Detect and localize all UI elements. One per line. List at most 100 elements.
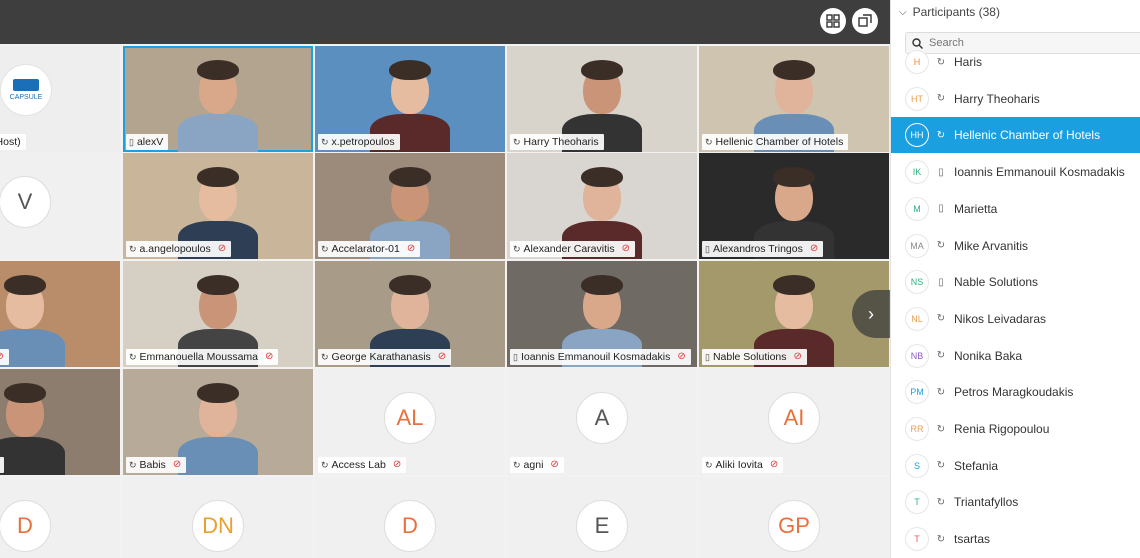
participant-item[interactable]: RR ↻ Renia Rigopoulou <box>891 411 1140 447</box>
screen-share-icon: ↻ <box>936 423 946 435</box>
participant-name: agni <box>523 459 544 471</box>
participant-item[interactable]: IK ▯ Ioannis Emmanouil Kosmadakis <box>891 154 1140 190</box>
video-tile[interactable]: ↻ Alexander Caravitis ⊘ <box>507 153 697 259</box>
participant-video <box>0 369 120 475</box>
participant-name: Nonika Baka <box>954 348 1023 363</box>
participant-name: Nable Solutions <box>712 351 787 363</box>
video-tile[interactable]: E <box>507 477 697 558</box>
video-tile[interactable]: ↻ x.petropoulos <box>315 46 505 152</box>
participant-name: Hellenic Chamber of Hotels <box>954 128 1101 143</box>
video-tile[interactable]: papathoma⊘ <box>0 261 120 367</box>
name-tag: ↻ Babis ⊘ <box>126 457 187 473</box>
popout-icon[interactable] <box>852 8 878 34</box>
mic-muted-icon: ⊘ <box>769 459 779 470</box>
mic-muted-icon: ⊘ <box>437 351 447 362</box>
video-tile[interactable]: ↻ Harry Theoharis <box>507 46 697 152</box>
screen-share-icon: ↻ <box>936 313 946 325</box>
screen-share-icon: ↻ <box>321 460 329 470</box>
participant-video <box>0 261 120 367</box>
video-tile[interactable]: DN <box>123 477 313 558</box>
name-tag: ▯ Nable Solutions ⊘ <box>702 349 807 365</box>
participant-item[interactable]: HH ↻ Hellenic Chamber of Hotels <box>891 117 1140 154</box>
participant-name: Emmanouella Moussama <box>139 351 259 363</box>
name-tag: ▯ Ioannis Emmanouil Kosmadakis ⊘ <box>510 349 691 365</box>
avatar: AL <box>384 392 436 444</box>
video-tile[interactable]: alampakis⊘ <box>0 369 120 475</box>
avatar: V <box>0 176 51 228</box>
avatar: A <box>576 392 628 444</box>
participant-item[interactable]: T ↻ tsartas <box>891 521 1140 557</box>
screen-share-icon: ↻ <box>321 352 329 362</box>
name-tag: ↻ Hellenic Chamber of Hotels <box>702 134 849 150</box>
screen-share-icon: ↻ <box>321 244 329 254</box>
name-tag: alampakis⊘ <box>0 457 4 473</box>
name-tag: ↻ Aliki Iovita ⊘ <box>702 457 784 473</box>
participant-item[interactable]: PM ↻ Petros Maragkoudakis <box>891 374 1140 410</box>
video-tile[interactable]: AL ↻ Access Lab ⊘ <box>315 369 505 475</box>
video-gallery: CAPSULEAccelerator (Host)▯alexV↻x.petrop… <box>0 44 890 558</box>
screen-share-icon: ↻ <box>936 129 946 141</box>
participant-item[interactable]: HT ↻ Harry Theoharis <box>891 81 1140 117</box>
name-tag: ↻ agni ⊘ <box>510 457 564 473</box>
participant-name: Stefania <box>954 458 999 473</box>
participant-name: Ioannis Emmanouil Kosmadakis <box>954 165 1125 180</box>
participants-title: Participants (38) <box>912 5 1000 19</box>
name-tag: Accelerator (Host) <box>0 134 26 150</box>
participant-item[interactable]: S ↻ Stefania <box>891 448 1140 484</box>
screen-share-icon: ↻ <box>936 350 946 362</box>
video-tile[interactable]: D <box>315 477 505 558</box>
participant-name: Mike Arvanitis <box>954 238 1029 253</box>
participant-name: Nikos Leivadaras <box>954 311 1047 326</box>
grid-view-icon[interactable] <box>820 8 846 34</box>
participant-name: Accelarator-01 <box>331 243 400 255</box>
participant-item[interactable]: T ↻ Triantafyllos <box>891 484 1140 520</box>
participants-header[interactable]: ⌵ Participants (38) <box>891 0 1140 24</box>
screen-share-icon: ↻ <box>936 386 946 398</box>
participant-item[interactable]: H ↻ Haris <box>891 44 1140 80</box>
participant-name: Aliki Iovita <box>715 459 763 471</box>
video-tile[interactable]: A ↻ agni ⊘ <box>507 369 697 475</box>
participant-item[interactable]: NB ↻ Nonika Baka <box>891 338 1140 374</box>
avatar: S <box>905 453 929 478</box>
video-tile[interactable]: D <box>0 477 120 558</box>
screen-share-icon: ↻ <box>513 244 521 254</box>
avatar: D <box>384 500 436 552</box>
participant-name: Petros Maragkoudakis <box>954 385 1074 400</box>
participant-item[interactable]: M ▯ Marietta <box>891 191 1140 227</box>
avatar: RR <box>905 417 929 441</box>
video-tile[interactable]: ↻ Accelarator-01 ⊘ <box>315 153 505 259</box>
avatar: M <box>905 196 929 221</box>
participant-item[interactable]: NL ↻ Nikos Leivadaras <box>891 301 1140 337</box>
video-tile[interactable]: V <box>0 153 120 259</box>
video-tile[interactable]: ↻ George Karathanasis ⊘ <box>315 261 505 367</box>
mic-muted-icon: ⊘ <box>809 243 819 254</box>
mic-muted-icon: ⊘ <box>392 459 402 470</box>
mic-muted-icon: ⊘ <box>550 459 559 470</box>
participant-item[interactable]: MA ↻ Mike Arvanitis <box>891 228 1140 264</box>
participant-name: George Karathanasis <box>331 351 431 363</box>
name-tag: ↻ Alexander Caravitis ⊘ <box>510 241 635 257</box>
participant-name: Alexander Caravitis <box>523 243 615 255</box>
video-tile[interactable]: CAPSULE Accelerator (Host) <box>0 46 120 152</box>
video-tile[interactable]: ▯ alexV <box>123 46 313 152</box>
avatar: GP <box>768 500 820 552</box>
screen-share-icon: ↻ <box>705 460 713 470</box>
video-tile[interactable]: ↻ a.angelopoulos ⊘ <box>123 153 313 259</box>
video-tile[interactable]: ▯ Ioannis Emmanouil Kosmadakis ⊘ <box>507 261 697 367</box>
screen-share-icon: ↻ <box>936 460 946 472</box>
mic-muted-icon: ⊘ <box>677 351 686 362</box>
phone-icon: ▯ <box>513 352 518 362</box>
video-tile[interactable]: ↻ Emmanouella Moussama ⊘ <box>123 261 313 367</box>
video-tile[interactable]: AI ↻ Aliki Iovita ⊘ <box>699 369 889 475</box>
screen-share-icon: ↻ <box>936 496 946 508</box>
chevron-down-icon[interactable]: ⌵ <box>899 7 907 18</box>
screen-share-icon: ↻ <box>513 460 521 470</box>
screen-share-icon: ↻ <box>936 240 946 251</box>
video-tile[interactable]: GP <box>699 477 889 558</box>
phone-icon: ▯ <box>705 352 710 362</box>
mic-muted-icon: ⊘ <box>621 243 630 254</box>
video-tile[interactable]: ▯ Alexandros Tringos ⊘ <box>699 153 889 259</box>
video-tile[interactable]: ↻ Babis ⊘ <box>123 369 313 475</box>
video-tile[interactable]: ↻ Hellenic Chamber of Hotels <box>699 46 889 152</box>
participant-item[interactable]: NS ▯ Nable Solutions <box>891 264 1140 300</box>
